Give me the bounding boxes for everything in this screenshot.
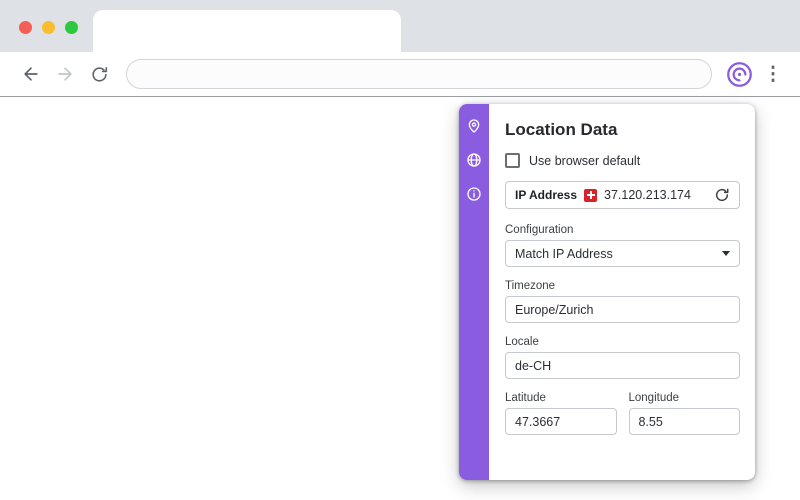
browser-titlebar [0, 0, 800, 52]
chevron-down-icon [722, 251, 730, 256]
location-data-panel: Location Data Use browser default IP Add… [459, 104, 755, 480]
globe-icon[interactable] [466, 151, 483, 168]
configuration-field: Configuration Match IP Address [505, 224, 740, 267]
longitude-field: Longitude [628, 392, 740, 435]
browser-menu-button[interactable]: ⋮ [760, 59, 786, 89]
info-icon[interactable] [466, 185, 483, 202]
browser-toolbar: ⋮ [0, 52, 800, 97]
panel-sidebar [459, 104, 489, 480]
locale-label: Locale [505, 336, 539, 348]
latitude-input[interactable] [505, 408, 617, 435]
configuration-selected-value: Match IP Address [515, 246, 613, 261]
fingerprint-location-icon [726, 61, 752, 87]
configuration-label: Configuration [505, 224, 574, 236]
window-maximize-button[interactable] [65, 21, 78, 34]
use-browser-default-checkbox[interactable] [505, 153, 520, 168]
location-pin-icon[interactable] [466, 117, 483, 134]
vytal-extension-icon[interactable] [724, 59, 754, 89]
timezone-field: Timezone [505, 280, 740, 323]
back-arrow-icon [24, 67, 38, 81]
timezone-input[interactable] [505, 296, 740, 323]
reload-icon [91, 66, 107, 82]
panel-title: Location Data [505, 120, 618, 139]
window-minimize-button[interactable] [42, 21, 55, 34]
window-close-button[interactable] [19, 21, 32, 34]
use-browser-default-checkbox-row[interactable]: Use browser default [505, 153, 740, 168]
longitude-label: Longitude [628, 392, 680, 404]
ip-address-value: 37.120.213.174 [604, 188, 691, 202]
forward-button[interactable] [48, 57, 82, 91]
locale-field: Locale [505, 336, 740, 379]
reload-button[interactable] [82, 57, 116, 91]
address-bar[interactable] [126, 59, 712, 89]
ip-address-box: IP Address 37.120.213.174 [505, 181, 740, 209]
use-browser-default-label: Use browser default [529, 153, 641, 168]
swiss-flag-icon [584, 188, 598, 202]
page-content: Location Data Use browser default IP Add… [0, 97, 800, 499]
timezone-label: Timezone [505, 280, 556, 292]
panel-body: Location Data Use browser default IP Add… [489, 104, 755, 480]
refresh-icon [715, 188, 729, 202]
locale-input[interactable] [505, 352, 740, 379]
longitude-input[interactable] [628, 408, 740, 435]
back-button[interactable] [14, 57, 48, 91]
ip-address-label: IP Address [515, 188, 578, 202]
forward-arrow-icon [58, 67, 72, 81]
latitude-label: Latitude [505, 392, 546, 404]
browser-tab[interactable] [93, 10, 401, 52]
refresh-ip-button[interactable] [714, 187, 730, 203]
configuration-select[interactable]: Match IP Address [505, 240, 740, 267]
latitude-field: Latitude [505, 392, 617, 435]
coordinates-row: Latitude Longitude [505, 392, 740, 435]
